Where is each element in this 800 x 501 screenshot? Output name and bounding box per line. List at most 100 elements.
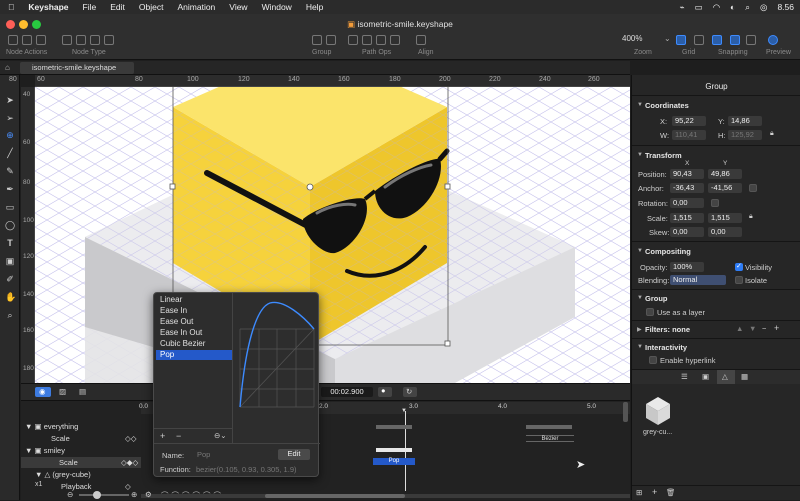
scrollbar-thumb[interactable] <box>265 494 405 498</box>
pencil-tool-icon[interactable]: ✎ <box>5 166 15 176</box>
x-field[interactable]: 95,22 <box>672 116 706 126</box>
keyframe-bar[interactable] <box>526 425 572 429</box>
menu-extra-icon[interactable]: ◎ <box>760 2 767 13</box>
section-transform[interactable]: Transform <box>645 151 682 160</box>
easing-presets-icon[interactable]: ⌒⌒⌒⌒⌒⌒ <box>161 490 224 501</box>
home-icon[interactable]: ⌂ <box>5 63 10 72</box>
path-intersect-icon[interactable] <box>376 35 386 45</box>
path-exclude-icon[interactable] <box>390 35 400 45</box>
path-union-icon[interactable] <box>348 35 358 45</box>
section-interactivity[interactable]: Interactivity <box>645 343 687 352</box>
settings-icon[interactable]: ⚙ <box>145 490 152 499</box>
collapse-group-icon[interactable]: ▼ <box>637 295 643 301</box>
collapse-coordinates-icon[interactable]: ▼ <box>637 102 643 108</box>
expand-icon[interactable]: ▼ △ <box>35 470 52 479</box>
preview-icon[interactable] <box>768 35 778 45</box>
drawing-canvas[interactable] <box>35 87 630 383</box>
easing-curve-graph[interactable] <box>236 297 316 409</box>
align-icon[interactable] <box>416 35 426 45</box>
keyframe-diamond-icon[interactable]: ◇◆◇ <box>121 457 138 468</box>
easing-ease-out[interactable]: Ease Out <box>156 317 232 327</box>
text-tool-icon[interactable]: T <box>5 238 15 248</box>
snap-2-icon[interactable] <box>730 35 740 45</box>
node-action-2-icon[interactable] <box>22 35 32 45</box>
snap-1-icon[interactable] <box>712 35 722 45</box>
rectangle-tool-icon[interactable]: ▭ <box>5 202 15 212</box>
easing-cubic-bezier[interactable]: Cubic Bezier <box>156 339 232 349</box>
menu-object[interactable]: Object <box>139 2 164 12</box>
collapse-compositing-icon[interactable]: ▼ <box>637 248 643 254</box>
y-field[interactable]: 14,86 <box>728 116 762 126</box>
property-row-scale-selected[interactable]: Scale ◇◆◇ <box>21 457 141 468</box>
expand-icon[interactable]: ▼ ▣ <box>25 446 44 455</box>
layer-row-grey-cube[interactable]: ▼ △ (grey-cube) <box>21 469 141 480</box>
pen-tool-icon[interactable]: ✒ <box>5 184 15 194</box>
line-tool-icon[interactable]: ╱ <box>5 148 15 158</box>
w-field[interactable]: 110,41 <box>672 130 706 140</box>
skew-y-field[interactable]: 0,00 <box>708 227 742 237</box>
asset-name[interactable]: grey-cu... <box>643 429 672 436</box>
ellipse-tool-icon[interactable]: ◯ <box>5 220 15 230</box>
library-list-icon[interactable]: ☰ <box>681 372 688 381</box>
collapse-filters-icon[interactable]: ▶ <box>637 326 642 333</box>
section-coordinates[interactable]: Coordinates <box>645 101 689 110</box>
delete-asset-icon[interactable]: 🗑︎ <box>666 488 676 497</box>
select-tool-icon[interactable]: ➤ <box>5 95 15 105</box>
timeline-zoom-slider[interactable] <box>79 494 129 496</box>
node-type-3-icon[interactable] <box>90 35 100 45</box>
menu-help[interactable]: Help <box>306 2 323 12</box>
menu-window[interactable]: Window <box>262 2 292 12</box>
grey-cube-thumbnail[interactable] <box>645 396 671 426</box>
section-filters[interactable]: Filters: none <box>645 325 690 334</box>
pop-segment[interactable]: Pop <box>373 458 415 465</box>
easing-name-input[interactable]: Pop <box>194 450 272 460</box>
library-shapes-icon[interactable]: △ <box>722 372 728 381</box>
anchor-y-field[interactable]: -41,56 <box>708 183 742 193</box>
edit-button[interactable]: Edit <box>278 449 310 460</box>
anchor-picker-icon[interactable] <box>749 184 757 192</box>
skew-x-field[interactable]: 0,00 <box>670 227 704 237</box>
anchor-x-field[interactable]: -36,43 <box>670 183 704 193</box>
node-action-3-icon[interactable] <box>36 35 46 45</box>
battery-icon[interactable]: ▭ <box>695 2 703 13</box>
tab-document[interactable]: isometric-smile.keyshape <box>20 62 134 74</box>
wifi-icon[interactable]: ◠ <box>713 2 720 13</box>
layer-row-everything[interactable]: ▼ ▣ everything <box>21 421 141 432</box>
add-easing-icon[interactable]: + <box>160 431 165 441</box>
playhead-marker-icon[interactable]: ▼ <box>401 408 407 414</box>
graph-icon[interactable]: ▨ <box>59 387 66 396</box>
section-group[interactable]: Group <box>645 294 668 303</box>
menu-edit[interactable]: Edit <box>110 2 125 12</box>
grid-toggle-icon[interactable] <box>676 35 686 45</box>
lock-icon[interactable]: 🔒︎ <box>770 130 774 138</box>
anchor-tool-icon[interactable]: ⊕ <box>5 130 15 140</box>
easing-ease-in[interactable]: Ease In <box>156 306 232 316</box>
easing-ease-in-out[interactable]: Ease In Out <box>156 328 232 338</box>
library-table-icon[interactable]: ▦ <box>741 372 748 381</box>
collapse-interactivity-icon[interactable]: ▼ <box>637 344 643 350</box>
keyframe-diamond-icon[interactable]: ◇ <box>125 481 131 492</box>
menu-animation[interactable]: Animation <box>177 2 215 12</box>
easing-linear[interactable]: Linear <box>156 295 232 305</box>
position-x-field[interactable]: 90,43 <box>670 169 704 179</box>
zoom-dropdown-icon[interactable]: ⌄ <box>664 34 674 44</box>
eyedropper-tool-icon[interactable]: ✐ <box>5 274 15 284</box>
node-action-1-icon[interactable] <box>8 35 18 45</box>
isolate-checkbox[interactable] <box>735 276 743 284</box>
scale-x-field[interactable]: 1,515 <box>670 213 704 223</box>
expand-icon[interactable]: ▼ ▣ <box>25 422 44 431</box>
filter-down-icon[interactable]: ▼ <box>749 324 756 333</box>
list-icon[interactable]: ▤ <box>79 387 86 396</box>
easing-options-icon[interactable]: ⊖⌄ <box>214 431 227 440</box>
grid-options-icon[interactable] <box>694 35 704 45</box>
blending-select[interactable]: Normal <box>670 275 726 285</box>
keyframe-diamond-icon[interactable]: ◇◇ <box>125 433 137 444</box>
anchor-point[interactable] <box>306 183 314 191</box>
hand-tool-icon[interactable]: ✋ <box>5 292 16 302</box>
ungroup-icon[interactable] <box>326 35 336 45</box>
filter-add-icon[interactable]: + <box>774 323 779 333</box>
layer-row-smiley[interactable]: ▼ ▣ smiley <box>21 445 141 456</box>
rotation-dial-icon[interactable] <box>711 199 719 207</box>
position-y-field[interactable]: 49,86 <box>708 169 742 179</box>
zoom-in-icon[interactable]: ⊕ <box>131 490 137 499</box>
